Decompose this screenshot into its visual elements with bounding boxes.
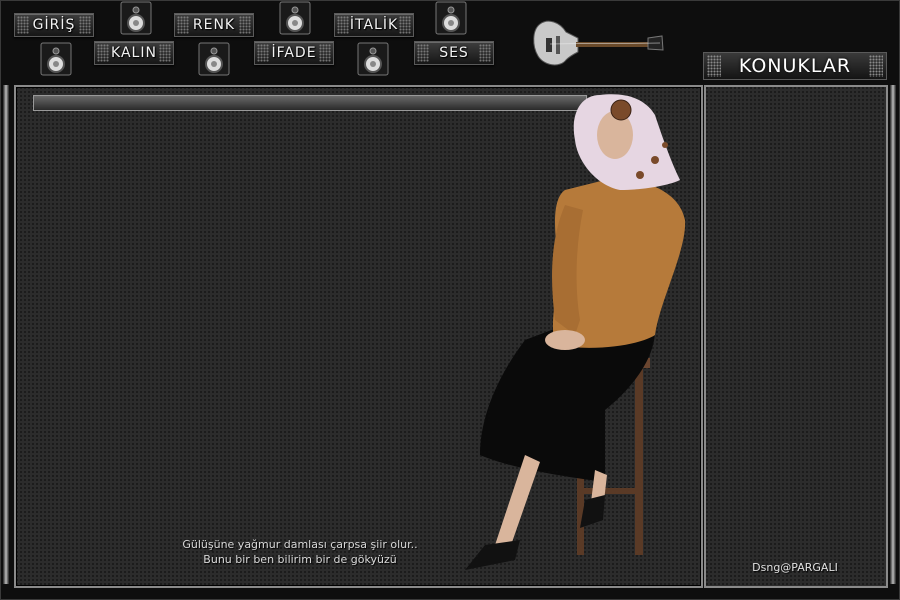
speaker-icon: [120, 1, 152, 35]
guitar-icon: [533, 20, 664, 66]
left-edge: [3, 85, 9, 584]
nav-button-italik[interactable]: İTALİK: [334, 13, 414, 37]
nav-button-renk[interactable]: RENK: [174, 13, 254, 37]
speaker-icon: [435, 1, 467, 35]
poem-line-2: Bunu bir ben bilirim bir de gökyüzü: [203, 553, 397, 566]
guests-panel: [704, 85, 888, 588]
signature: Dsng@PARGALI: [752, 561, 838, 574]
woman-illustration: [465, 94, 686, 570]
right-edge: [890, 85, 896, 584]
nav-button-kalin[interactable]: KALIN: [94, 41, 174, 65]
nav-button-ses[interactable]: SES: [414, 41, 494, 65]
speaker-icon: [279, 1, 311, 35]
guests-title: KONUKLAR: [703, 52, 887, 80]
speaker-icon: [198, 42, 230, 76]
speaker-icon: [40, 42, 72, 76]
nav-button-ifade[interactable]: İFADE: [254, 41, 334, 65]
speaker-icon: [357, 42, 389, 76]
poem-line-1: Gülüşüne yağmur damlası çarpsa şiir olur…: [182, 538, 418, 551]
poem-text: Gülüşüne yağmur damlası çarpsa şiir olur…: [160, 537, 440, 567]
nav-button-giris[interactable]: GİRİŞ: [14, 13, 94, 37]
